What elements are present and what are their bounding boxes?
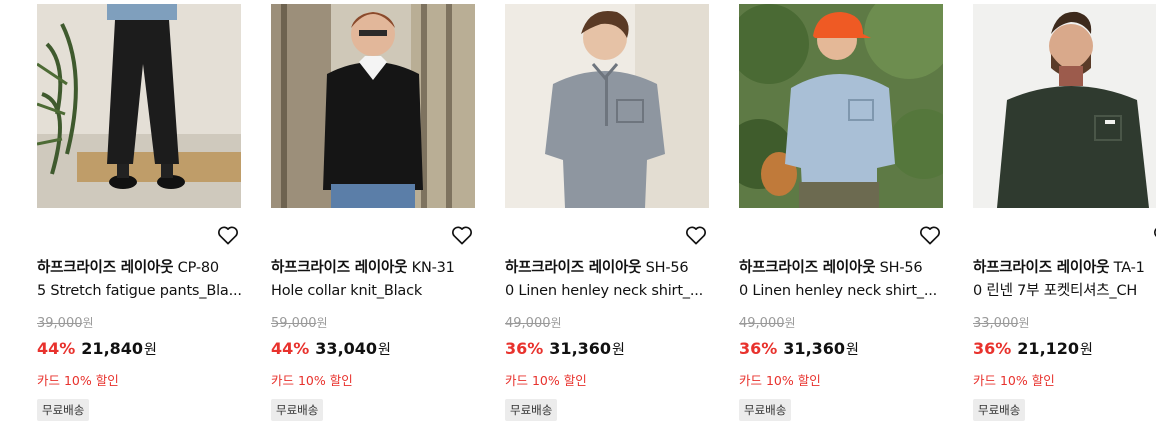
original-price: 49,000원 bbox=[739, 316, 796, 331]
free-shipping-badge: 무료배송 bbox=[37, 399, 90, 421]
card-discount: 카드 10% 할인 bbox=[973, 373, 1055, 388]
sale-price: 21,120 bbox=[1017, 339, 1080, 358]
title-part: TA-1 bbox=[1113, 260, 1145, 276]
brand-name: 하프크라이즈 레이아웃 bbox=[37, 260, 174, 276]
card-discount: 카드 10% 할인 bbox=[505, 373, 587, 388]
sale-price-row: 36% 31,360원 bbox=[505, 339, 625, 358]
heart-icon[interactable] bbox=[919, 225, 943, 247]
sale-price-row: 36% 21,120원 bbox=[973, 339, 1093, 358]
title-line2: 0 Linen henley neck shirt_... bbox=[739, 283, 938, 299]
discount-percent: 36% bbox=[505, 339, 544, 358]
brand-name: 하프크라이즈 레이아웃 bbox=[739, 260, 876, 276]
title-line2: 0 Linen henley neck shirt_... bbox=[505, 283, 704, 299]
product-image[interactable] bbox=[739, 4, 943, 208]
brand-name: 하프크라이즈 레이아웃 bbox=[505, 260, 642, 276]
sale-price: 33,040 bbox=[315, 339, 378, 358]
title-line2: 5 Stretch fatigue pants_Bla... bbox=[37, 283, 242, 299]
product-title[interactable]: 하프크라이즈 레이아웃 SH-56 0 Linen henley neck sh… bbox=[739, 257, 945, 303]
card-discount: 카드 10% 할인 bbox=[271, 373, 353, 388]
product-card[interactable]: 하프크라이즈 레이아웃 SH-56 0 Linen henley neck sh… bbox=[505, 4, 710, 435]
product-title[interactable]: 하프크라이즈 레이아웃 KN-31 Hole collar knit_Black bbox=[271, 257, 477, 303]
free-shipping-badge: 무료배송 bbox=[505, 399, 558, 421]
brand-name: 하프크라이즈 레이아웃 bbox=[271, 260, 408, 276]
original-price: 49,000원 bbox=[505, 316, 562, 331]
card-discount: 카드 10% 할인 bbox=[739, 373, 821, 388]
title-part: SH-56 bbox=[645, 260, 689, 276]
product-title[interactable]: 하프크라이즈 레이아웃 CP-80 5 Stretch fatigue pant… bbox=[37, 257, 243, 303]
title-part: KN-31 bbox=[411, 260, 455, 276]
product-title[interactable]: 하프크라이즈 레이아웃 TA-1 0 린넨 7부 포켓티셔츠_CH bbox=[973, 257, 1156, 303]
title-part: SH-56 bbox=[879, 260, 923, 276]
original-price: 59,000원 bbox=[271, 316, 328, 331]
discount-percent: 36% bbox=[973, 339, 1012, 358]
product-image[interactable] bbox=[37, 4, 241, 208]
title-part: CP-80 bbox=[177, 260, 219, 276]
original-price: 39,000원 bbox=[37, 316, 94, 331]
free-shipping-badge: 무료배송 bbox=[271, 399, 324, 421]
product-card[interactable]: 하프크라이즈 레이아웃 TA-1 0 린넨 7부 포켓티셔츠_CH 33,000… bbox=[973, 4, 1156, 435]
product-image[interactable] bbox=[505, 4, 709, 208]
free-shipping-badge: 무료배송 bbox=[739, 399, 792, 421]
product-image[interactable] bbox=[973, 4, 1156, 208]
product-title[interactable]: 하프크라이즈 레이아웃 SH-56 0 Linen henley neck sh… bbox=[505, 257, 711, 303]
sale-price: 31,360 bbox=[783, 339, 846, 358]
discount-percent: 36% bbox=[739, 339, 778, 358]
original-price: 33,000원 bbox=[973, 316, 1030, 331]
sale-price-row: 44% 33,040원 bbox=[271, 339, 391, 358]
card-discount: 카드 10% 할인 bbox=[37, 373, 119, 388]
free-shipping-badge: 무료배송 bbox=[973, 399, 1026, 421]
sale-price-row: 44% 21,840원 bbox=[37, 339, 157, 358]
discount-percent: 44% bbox=[271, 339, 310, 358]
sale-price: 31,360 bbox=[549, 339, 612, 358]
product-card[interactable]: 하프크라이즈 레이아웃 CP-80 5 Stretch fatigue pant… bbox=[37, 4, 242, 435]
title-line2: 0 린넨 7부 포켓티셔츠_CH bbox=[973, 283, 1138, 299]
product-card[interactable]: 하프크라이즈 레이아웃 SH-56 0 Linen henley neck sh… bbox=[739, 4, 944, 435]
brand-name: 하프크라이즈 레이아웃 bbox=[973, 260, 1110, 276]
sale-price-row: 36% 31,360원 bbox=[739, 339, 859, 358]
heart-icon[interactable] bbox=[685, 225, 709, 247]
product-carousel: 하프크라이즈 레이아웃 CP-80 5 Stretch fatigue pant… bbox=[37, 4, 1156, 435]
product-image[interactable] bbox=[271, 4, 475, 208]
discount-percent: 44% bbox=[37, 339, 76, 358]
title-line2: Hole collar knit_Black bbox=[271, 283, 423, 299]
sale-price: 21,840 bbox=[81, 339, 144, 358]
heart-icon[interactable] bbox=[217, 225, 241, 247]
heart-icon[interactable] bbox=[451, 225, 475, 247]
product-card[interactable]: 하프크라이즈 레이아웃 KN-31 Hole collar knit_Black… bbox=[271, 4, 476, 435]
